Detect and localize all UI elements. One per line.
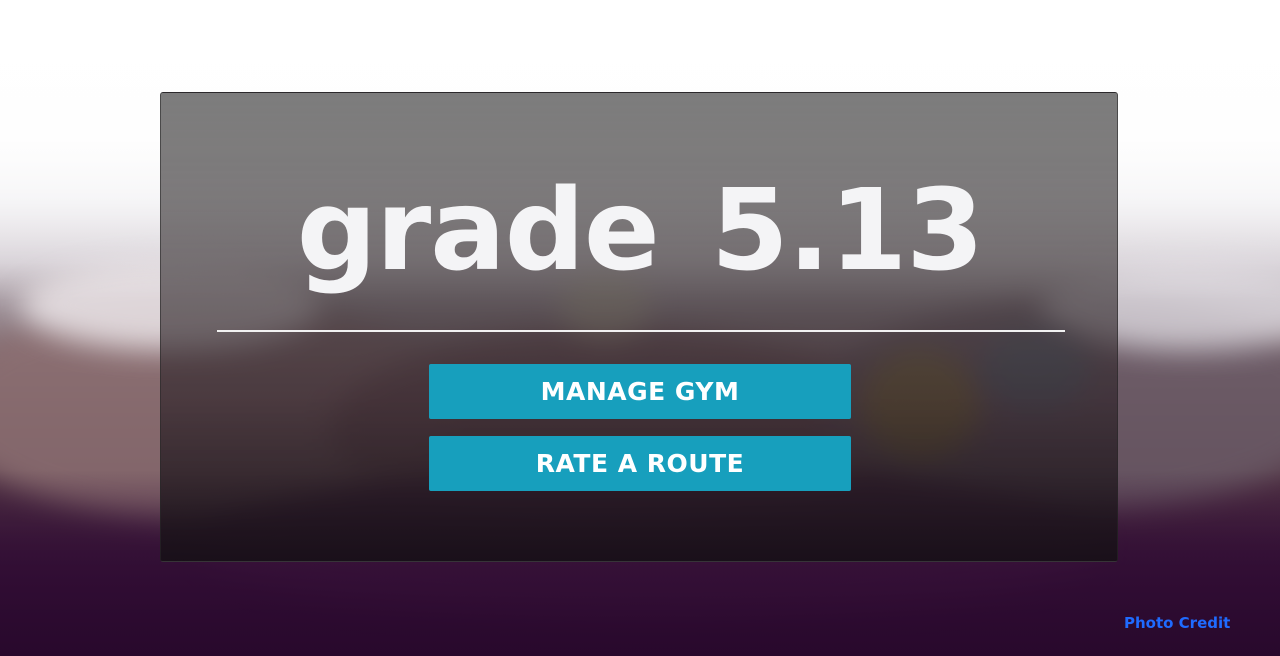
hero-panel: grade 5.13 MANAGE GYM RATE A ROUTE bbox=[160, 92, 1118, 562]
title-divider bbox=[217, 330, 1065, 332]
app-title: grade 5.13 bbox=[296, 166, 984, 296]
rate-a-route-button[interactable]: RATE A ROUTE bbox=[429, 436, 851, 491]
photo-credit-link[interactable]: Photo Credit bbox=[1124, 614, 1230, 632]
manage-gym-button[interactable]: MANAGE GYM bbox=[429, 364, 851, 419]
